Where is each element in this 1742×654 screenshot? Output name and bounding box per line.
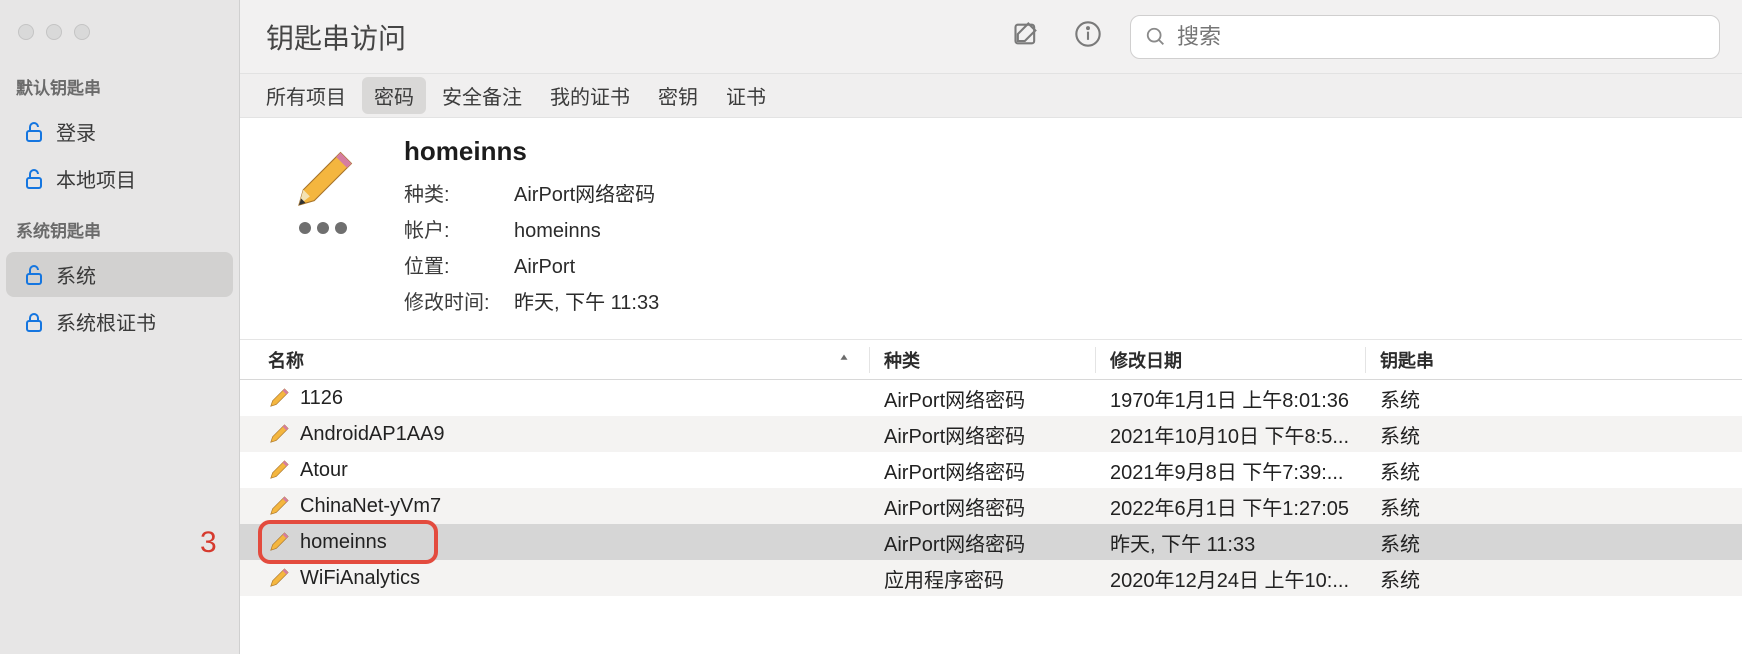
row-kind: AirPort网络密码 — [870, 492, 1096, 521]
table-row[interactable]: WiFiAnalytics 应用程序密码 2020年12月24日 上午10:..… — [240, 560, 1742, 596]
row-name: AndroidAP1AA9 — [300, 423, 445, 446]
detail-kind-value: AirPort网络密码 — [514, 177, 655, 213]
row-name: homeinns — [300, 531, 387, 554]
column-chain[interactable]: 钥匙串 — [1366, 347, 1742, 373]
detail-modified-value: 昨天, 下午 11:33 — [514, 285, 659, 321]
detail-account-label: 帐户: — [404, 213, 514, 249]
scope-mycerts[interactable]: 我的证书 — [538, 77, 642, 114]
window-title: 钥匙串访问 — [266, 17, 406, 57]
compose-icon[interactable] — [1012, 20, 1040, 53]
row-date: 2021年9月8日 下午7:39:... — [1096, 456, 1366, 485]
row-chain: 系统 — [1366, 456, 1742, 485]
titlebar: 钥匙串访问 — [240, 0, 1742, 74]
column-kind[interactable]: 种类 — [870, 347, 1096, 373]
window-traffic-lights — [0, 14, 239, 60]
table-row[interactable]: 1126 AirPort网络密码 1970年1月1日 上午8:01:36 系统 — [240, 380, 1742, 416]
table-row[interactable]: ChinaNet-yVm7 AirPort网络密码 2022年6月1日 下午1:… — [240, 488, 1742, 524]
close-window-icon[interactable] — [18, 24, 34, 40]
password-item-icon — [268, 567, 290, 589]
row-date: 2020年12月24日 上午10:... — [1096, 564, 1366, 593]
password-item-icon — [268, 459, 290, 481]
scope-certs[interactable]: 证书 — [714, 77, 778, 114]
sidebar-section-system: 系统钥匙串 — [0, 203, 239, 250]
detail-modified-label: 修改时间: — [404, 285, 514, 321]
row-kind: AirPort网络密码 — [870, 420, 1096, 449]
row-name: 1126 — [300, 387, 343, 410]
pencil-icon — [288, 146, 358, 216]
detail-title: homeinns — [404, 136, 659, 167]
table-row[interactable]: AndroidAP1AA9 AirPort网络密码 2021年10月10日 下午… — [240, 416, 1742, 452]
password-dots-icon — [299, 222, 347, 234]
sidebar-item-login[interactable]: 登录 — [6, 109, 233, 154]
zoom-window-icon[interactable] — [74, 24, 90, 40]
column-date[interactable]: 修改日期 — [1096, 347, 1366, 373]
password-item-icon — [268, 531, 290, 553]
sort-ascending-icon — [837, 349, 851, 370]
detail-pane: homeinns 种类:AirPort网络密码 帐户:homeinns 位置:A… — [240, 118, 1742, 340]
detail-icon — [268, 136, 378, 321]
scope-bar: 所有项目 密码 安全备注 我的证书 密钥 证书 — [240, 74, 1742, 118]
column-name[interactable]: 名称 — [240, 347, 870, 373]
unlock-icon — [22, 120, 46, 144]
sidebar-item-system-roots[interactable]: 系统根证书 — [6, 299, 233, 344]
search-input[interactable] — [1177, 24, 1705, 50]
table-row[interactable]: Atour AirPort网络密码 2021年9月8日 下午7:39:... 系… — [240, 452, 1742, 488]
row-chain: 系统 — [1366, 420, 1742, 449]
detail-kind-label: 种类: — [404, 177, 514, 213]
row-name: ChinaNet-yVm7 — [300, 495, 441, 518]
row-chain: 系统 — [1366, 564, 1742, 593]
row-date: 1970年1月1日 上午8:01:36 — [1096, 384, 1366, 413]
sidebar-item-label: 登录 — [56, 117, 96, 146]
password-item-icon — [268, 423, 290, 445]
table-row[interactable]: homeinns AirPort网络密码 昨天, 下午 11:33 系统 — [240, 524, 1742, 560]
scope-all[interactable]: 所有项目 — [254, 77, 358, 114]
row-chain: 系统 — [1366, 384, 1742, 413]
unlock-icon — [22, 167, 46, 191]
row-chain: 系统 — [1366, 528, 1742, 557]
lock-icon — [22, 310, 46, 334]
info-icon[interactable] — [1074, 20, 1102, 53]
password-item-icon — [268, 495, 290, 517]
row-kind: 应用程序密码 — [870, 564, 1096, 593]
password-item-icon — [268, 387, 290, 409]
sidebar-item-label: 系统 — [56, 260, 96, 289]
row-date: 2022年6月1日 下午1:27:05 — [1096, 492, 1366, 521]
row-date: 2021年10月10日 下午8:5... — [1096, 420, 1366, 449]
sidebar-section-default: 默认钥匙串 — [0, 60, 239, 107]
row-kind: AirPort网络密码 — [870, 528, 1096, 557]
main-content: 钥匙串访问 所有项目 密码 安全备注 我的证书 密钥 证书 — [240, 0, 1742, 654]
row-kind: AirPort网络密码 — [870, 456, 1096, 485]
detail-account-value: homeinns — [514, 213, 601, 249]
detail-where-label: 位置: — [404, 249, 514, 285]
row-name: Atour — [300, 459, 348, 482]
scope-passwords[interactable]: 密码 — [362, 77, 426, 114]
unlock-icon — [22, 263, 46, 287]
sidebar-item-system[interactable]: 系统 — [6, 252, 233, 297]
search-icon — [1145, 26, 1167, 48]
row-chain: 系统 — [1366, 492, 1742, 521]
table-body: 1126 AirPort网络密码 1970年1月1日 上午8:01:36 系统 … — [240, 380, 1742, 596]
table-header: 名称 种类 修改日期 钥匙串 — [240, 340, 1742, 380]
search-field[interactable] — [1130, 15, 1720, 59]
scope-notes[interactable]: 安全备注 — [430, 77, 534, 114]
row-kind: AirPort网络密码 — [870, 384, 1096, 413]
scope-keys[interactable]: 密钥 — [646, 77, 710, 114]
sidebar-item-label: 系统根证书 — [56, 307, 156, 336]
row-date: 昨天, 下午 11:33 — [1096, 528, 1366, 557]
detail-where-value: AirPort — [514, 249, 575, 285]
row-name: WiFiAnalytics — [300, 567, 420, 590]
minimize-window-icon[interactable] — [46, 24, 62, 40]
sidebar-item-local[interactable]: 本地项目 — [6, 156, 233, 201]
sidebar-item-label: 本地项目 — [56, 164, 136, 193]
annotation-label: 3 — [200, 526, 217, 560]
